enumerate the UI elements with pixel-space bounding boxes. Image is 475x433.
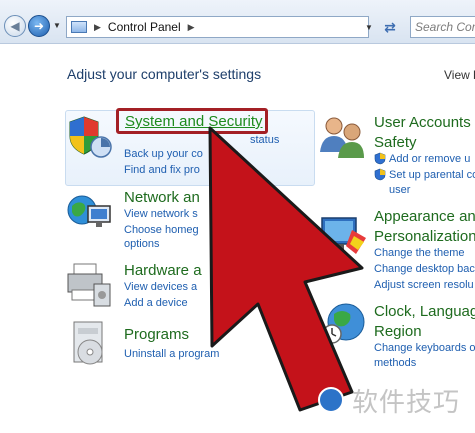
refresh-icon: ⇄ — [384, 18, 396, 35]
navigation-bar: ◀ ➜ ▼ ▶ Control Panel ▶ ▼ ⇄ Search Con — [0, 0, 475, 44]
user-accounts-title[interactable]: User Accounts a — [374, 114, 475, 131]
forward-arrow-icon: ➜ — [33, 19, 45, 33]
network-link-2[interactable]: Choose homeg — [124, 224, 199, 236]
add-device-link[interactable]: Add a device — [124, 297, 188, 309]
change-theme-link[interactable]: Change the theme — [374, 247, 465, 259]
parental-controls-link[interactable]: Set up parental co — [389, 169, 475, 181]
user-accounts-icon — [320, 117, 364, 158]
forward-button[interactable]: ➜ — [28, 15, 50, 37]
backup-link[interactable]: Back up your co — [124, 148, 203, 160]
address-bar[interactable]: ▶ Control Panel ▶ — [66, 16, 369, 38]
back-arrow-icon: ◀ — [10, 19, 20, 33]
uac-shield-icon — [374, 152, 386, 165]
network-link-1[interactable]: View network s — [124, 208, 198, 220]
appearance-title-line2[interactable]: Personalization — [374, 228, 475, 245]
backup-link-tail[interactable]: er — [228, 148, 238, 160]
adjust-screen-resolution-link[interactable]: Adjust screen resolu — [374, 279, 474, 291]
network-title[interactable]: Network an — [124, 189, 200, 206]
uac-shield-icon — [374, 168, 386, 181]
watermark: 软件技巧 — [318, 376, 468, 424]
back-button[interactable]: ◀ — [4, 15, 26, 37]
change-desktop-background-link[interactable]: Change desktop bac — [374, 263, 475, 275]
control-panel-icon — [71, 21, 87, 33]
search-placeholder: Search Con — [415, 20, 475, 34]
appearance-title[interactable]: Appearance and — [374, 208, 475, 225]
user-accounts-title-line2[interactable]: Safety — [374, 134, 417, 151]
appearance-icon — [321, 217, 366, 254]
programs-icon — [73, 321, 103, 365]
network-link-3[interactable]: options — [124, 238, 159, 250]
hardware-title[interactable]: Hardware a — [124, 262, 202, 279]
watermark-text: 软件技巧 — [352, 387, 461, 418]
clock-language-title-line2[interactable]: Region — [374, 323, 422, 340]
clock-language-icon — [322, 303, 365, 344]
hardware-link-1[interactable]: View devices a — [124, 281, 197, 293]
recent-pages-dropdown-icon[interactable]: ▼ — [53, 21, 61, 30]
add-remove-users-link[interactable]: Add or remove u — [389, 153, 470, 165]
find-fix-problems-link[interactable]: Find and fix pro — [124, 164, 200, 176]
address-dropdown-icon[interactable]: ▼ — [363, 16, 375, 38]
change-keyboards-link[interactable]: Change keyboards o — [374, 342, 475, 354]
system-security-title-link[interactable]: System and Security — [116, 108, 268, 134]
system-security-title[interactable]: System and Security — [125, 113, 263, 130]
search-input[interactable]: Search Con — [410, 16, 475, 38]
network-icon — [67, 195, 111, 227]
parental-controls-link-line2[interactable]: user — [389, 184, 410, 196]
clock-language-title[interactable]: Clock, Languag — [374, 303, 475, 320]
breadcrumb-chevron-icon[interactable]: ▶ — [94, 22, 101, 33]
shield-icon — [69, 116, 112, 158]
page-title: Adjust your computer's settings — [67, 66, 262, 82]
breadcrumb-chevron-icon[interactable]: ▶ — [188, 22, 195, 33]
watermark-logo-icon — [318, 387, 344, 413]
review-status-link-partial[interactable]: status — [250, 134, 279, 146]
programs-title[interactable]: Programs — [124, 326, 189, 343]
change-keyboards-link-line2[interactable]: methods — [374, 357, 416, 369]
breadcrumb-control-panel[interactable]: Control Panel — [108, 20, 181, 34]
uninstall-program-link[interactable]: Uninstall a program — [124, 348, 219, 360]
printer-icon — [67, 263, 111, 307]
view-by-label[interactable]: View b — [444, 68, 475, 82]
refresh-button[interactable]: ⇄ — [377, 16, 403, 38]
